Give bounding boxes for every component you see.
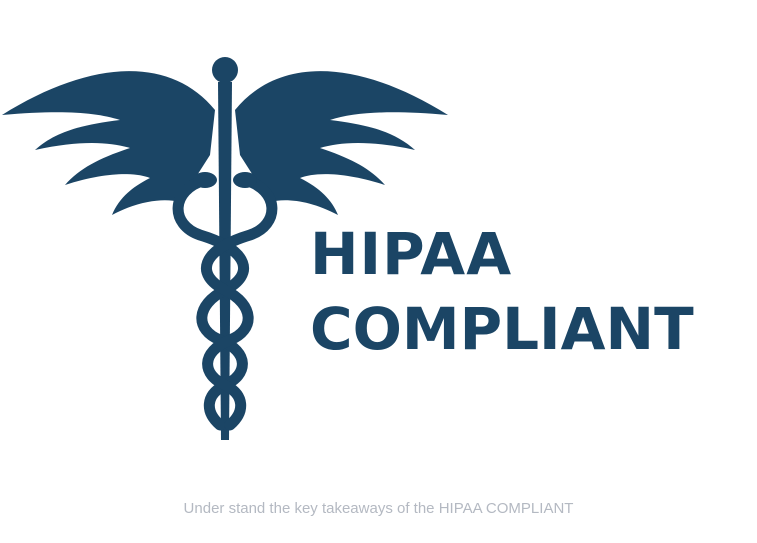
caption-text: Under stand the key takeaways of the HIP… — [183, 500, 574, 517]
logo-title-compliant: COMPLIANT — [310, 295, 694, 363]
logo-title-hipaa: HIPAA — [310, 220, 513, 288]
